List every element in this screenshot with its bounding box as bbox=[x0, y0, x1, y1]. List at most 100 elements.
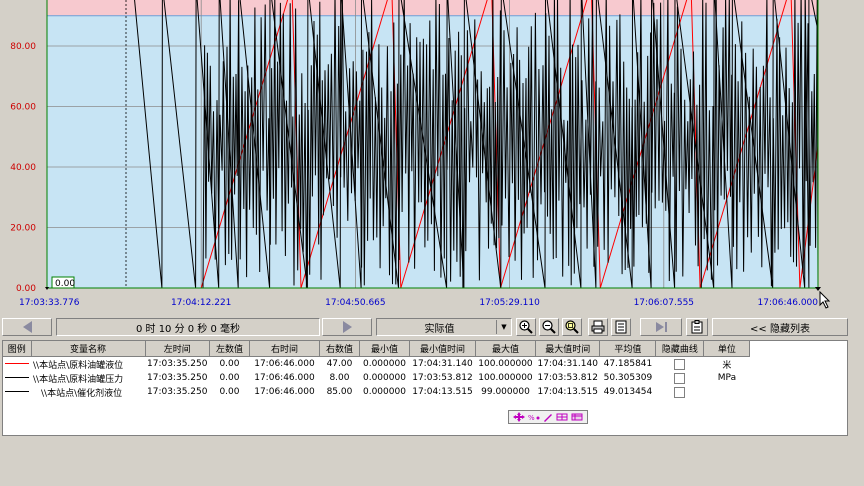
y-tick-label: 40.00 bbox=[10, 163, 36, 173]
x-tick-label: 17:04:12.221 bbox=[171, 298, 231, 308]
left-time: 17:03:35.250 bbox=[147, 359, 208, 369]
legend-swatch-cell bbox=[3, 371, 31, 385]
move-icon[interactable] bbox=[513, 412, 526, 422]
table-row[interactable]: \\本站点\原料油罐液位 17:03:35.250 0.00 17:06:46.… bbox=[3, 357, 750, 372]
document-icon bbox=[615, 320, 627, 334]
table-row[interactable]: \\本站点\催化剂液位 17:03:35.250 0.00 17:06:46.0… bbox=[3, 385, 750, 399]
x-tick-label: 17:05:29.110 bbox=[479, 298, 540, 308]
arrow-right-icon bbox=[342, 321, 352, 333]
max-time: 17:04:13.515 bbox=[537, 387, 598, 397]
left-time: 17:03:35.250 bbox=[147, 373, 208, 383]
hide-curve-cell bbox=[656, 385, 704, 399]
zoom-in-icon bbox=[519, 320, 533, 334]
printer-icon bbox=[591, 320, 605, 334]
col-header-avg[interactable]: 平均值 bbox=[599, 341, 657, 357]
jump-end-button[interactable] bbox=[640, 318, 682, 336]
settings-button[interactable] bbox=[686, 318, 708, 336]
col-header-max-time[interactable]: 最大值时间 bbox=[535, 341, 601, 357]
print-button[interactable] bbox=[588, 318, 608, 336]
arrow-left-icon bbox=[22, 321, 32, 333]
x-tick-label: 17:03:33.776 bbox=[19, 298, 80, 308]
col-header-hide-curve[interactable]: 隐藏曲线 bbox=[655, 341, 705, 357]
scroll-left-button[interactable] bbox=[2, 318, 52, 336]
left-value: 0.00 bbox=[219, 373, 240, 383]
col-header-name[interactable]: 变量名称 bbox=[31, 341, 146, 357]
min-time: 17:03:53.812 bbox=[412, 373, 473, 383]
hide-curve-cell bbox=[656, 357, 704, 372]
min-time: 17:04:31.140 bbox=[412, 359, 473, 369]
scale-icon[interactable]: % bbox=[528, 412, 540, 422]
right-time: 17:06:46.000 bbox=[254, 387, 315, 397]
hide-curve-cell bbox=[656, 371, 704, 385]
col-header-legend[interactable]: 图例 bbox=[3, 341, 32, 357]
zoom-fit-button[interactable] bbox=[562, 318, 582, 336]
hide-curve-checkbox[interactable] bbox=[674, 372, 686, 384]
col-header-min[interactable]: 最小值 bbox=[359, 341, 410, 357]
svg-text:%: % bbox=[528, 414, 535, 422]
legend-line-swatch bbox=[5, 391, 29, 392]
col-header-right-value[interactable]: 右数值 bbox=[319, 341, 360, 357]
max-value: 99.000000 bbox=[481, 387, 530, 397]
duration-label: 0 时 10 分 0 秒 0 毫秒 bbox=[135, 323, 241, 335]
x-tick-label: 17:06:07.555 bbox=[634, 298, 694, 308]
unit: 米 bbox=[722, 360, 732, 371]
zoom-in-button[interactable] bbox=[516, 318, 536, 336]
right-value: 85.00 bbox=[326, 387, 353, 397]
variable-name: \\本站点\原料油罐压力 bbox=[33, 374, 124, 385]
max-time: 17:04:31.140 bbox=[537, 359, 598, 369]
legend-swatch-cell bbox=[3, 385, 31, 399]
variable-table: 图例 变量名称 左时间 左数值 右时间 右数值 最小值 最小值时间 最大值 最大… bbox=[2, 340, 848, 436]
clipboard-icon bbox=[691, 320, 703, 334]
zoom-out-button[interactable] bbox=[539, 318, 559, 336]
x-tick-label: 17:04:50.665 bbox=[325, 298, 385, 308]
value-mode-label: 实际值 bbox=[424, 323, 455, 335]
mini-toolbar: % bbox=[508, 410, 588, 424]
value-mode-select[interactable]: 实际值 ▼ bbox=[376, 318, 512, 336]
pen-icon[interactable] bbox=[542, 412, 554, 422]
table-header-row: 图例 变量名称 左时间 左数值 右时间 右数值 最小值 最小值时间 最大值 最大… bbox=[3, 341, 751, 357]
min-value: 0.000000 bbox=[362, 387, 406, 397]
right-value: 47.00 bbox=[326, 359, 353, 369]
col-header-left-time[interactable]: 左时间 bbox=[145, 341, 210, 357]
col-header-min-time[interactable]: 最小值时间 bbox=[409, 341, 476, 357]
hide-curve-checkbox[interactable] bbox=[674, 386, 686, 398]
duration-display: 0 时 10 分 0 秒 0 毫秒 bbox=[56, 318, 320, 336]
hide-curve-checkbox[interactable] bbox=[674, 358, 686, 370]
variable-name: \\本站点\原料油罐液位 bbox=[33, 360, 124, 371]
right-time: 17:06:46.000 bbox=[254, 359, 315, 369]
left-value: 0.00 bbox=[219, 387, 240, 397]
skip-forward-icon bbox=[656, 322, 667, 332]
min-value: 0.000000 bbox=[362, 373, 406, 383]
cursor-value-label: 0.00 bbox=[55, 279, 75, 289]
legend-line-swatch bbox=[5, 377, 29, 378]
left-value: 0.00 bbox=[219, 359, 240, 369]
hide-list-label: << 隐藏列表 bbox=[750, 323, 810, 335]
grid-icon[interactable] bbox=[556, 412, 568, 422]
left-time: 17:03:35.250 bbox=[147, 387, 208, 397]
max-value: 100.000000 bbox=[478, 373, 533, 383]
col-header-left-value[interactable]: 左数值 bbox=[209, 341, 250, 357]
avg-value: 49.013454 bbox=[603, 387, 653, 397]
table-icon[interactable] bbox=[571, 412, 583, 422]
col-header-max[interactable]: 最大值 bbox=[475, 341, 536, 357]
col-header-unit[interactable]: 单位 bbox=[703, 341, 751, 357]
max-time: 17:03:53.812 bbox=[537, 373, 598, 383]
right-value: 8.00 bbox=[329, 373, 350, 383]
toolbar: 0 时 10 分 0 秒 0 毫秒 实际值 ▼ << 隐藏列表 bbox=[0, 316, 864, 338]
right-time: 17:06:46.000 bbox=[254, 373, 315, 383]
unit: MPa bbox=[717, 373, 737, 383]
x-tick-label: 17:06:46.000 bbox=[758, 298, 819, 308]
hide-list-button[interactable]: << 隐藏列表 bbox=[712, 318, 848, 336]
table-row[interactable]: \\本站点\原料油罐压力 17:03:35.250 0.00 17:06:46.… bbox=[3, 371, 750, 385]
y-tick-label: 60.00 bbox=[10, 103, 36, 113]
variable-name: \\本站点\催化剂液位 bbox=[41, 388, 123, 399]
y-tick-label: 20.00 bbox=[10, 224, 36, 234]
trend-chart[interactable]: 80.00 60.00 40.00 20.00 0.00 17:03:33.776 17:… bbox=[0, 0, 864, 312]
scroll-right-button[interactable] bbox=[322, 318, 372, 336]
zoom-fit-icon bbox=[565, 320, 579, 334]
unit bbox=[704, 385, 750, 399]
avg-value: 50.305309 bbox=[603, 373, 653, 383]
export-button[interactable] bbox=[611, 318, 631, 336]
y-tick-label: 0.00 bbox=[16, 284, 36, 294]
col-header-right-time[interactable]: 右时间 bbox=[249, 341, 320, 357]
